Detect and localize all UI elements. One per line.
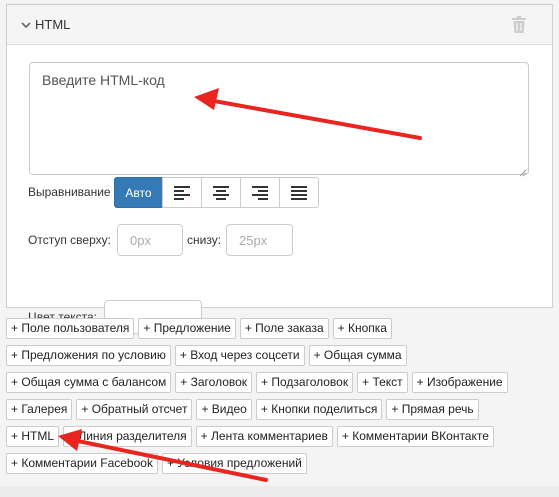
trash-icon[interactable] [512, 16, 526, 33]
align-auto-button[interactable]: Авто [114, 177, 163, 208]
alignment-group: Авто [114, 177, 319, 208]
align-justify-icon [291, 185, 307, 200]
resize-grip-icon[interactable] [519, 165, 527, 177]
add-quote-button[interactable]: + Прямая речь [386, 399, 479, 420]
add-image-button[interactable]: + Изображение [411, 372, 508, 393]
add-button-button[interactable]: + Кнопка [332, 318, 392, 339]
align-center-button[interactable] [201, 177, 241, 208]
elements-row: + HTML + Линия разделителя + Лента комме… [6, 426, 498, 447]
bottom-strip [0, 486, 559, 497]
add-gallery-button[interactable]: + Галерея [6, 399, 73, 420]
add-facebook-comments-button[interactable]: + Комментарии Facebook [6, 453, 158, 474]
elements-row: + Поле пользователя + Предложение + Поле… [6, 318, 396, 339]
add-total-with-balance-button[interactable]: + Общая сумма с балансом [6, 372, 172, 393]
add-social-login-button[interactable]: + Вход через соцсети [174, 345, 305, 366]
add-divider-button[interactable]: + Линия разделителя [63, 426, 192, 447]
add-share-buttons-button[interactable]: + Кнопки поделиться [255, 399, 383, 420]
align-left-icon [174, 185, 190, 200]
align-center-icon [213, 185, 229, 200]
indent-top-label: Отступ сверху: [28, 233, 111, 247]
alignment-label: Выравнивание [28, 185, 111, 199]
add-countdown-button[interactable]: + Обратный отсчет [76, 399, 193, 420]
panel-header[interactable]: HTML [7, 5, 552, 45]
align-left-button[interactable] [162, 177, 202, 208]
add-html-button[interactable]: + HTML [6, 426, 60, 447]
add-offer-button[interactable]: + Предложение [138, 318, 236, 339]
elements-row: + Общая сумма с балансом + Заголовок + П… [6, 372, 512, 393]
add-vk-comments-button[interactable]: + Комментарии ВКонтакте [336, 426, 494, 447]
align-justify-button[interactable] [279, 177, 319, 208]
align-right-icon [252, 185, 268, 200]
add-user-field-button[interactable]: + Поле пользователя [6, 318, 135, 339]
add-text-button[interactable]: + Текст [357, 372, 408, 393]
elements-row: + Комментарии Facebook + Условия предлож… [6, 453, 311, 474]
elements-row: + Предложения по условию + Вход через со… [6, 345, 411, 366]
indent-top-input[interactable] [117, 224, 183, 256]
html-block-panel: HTML Выравнивание Авто [6, 4, 553, 334]
align-right-button[interactable] [240, 177, 280, 208]
html-code-input[interactable] [29, 62, 529, 175]
elements-row: + Галерея + Обратный отсчет + Видео + Кн… [6, 399, 483, 420]
indent-bottom-label: снизу: [187, 233, 222, 247]
add-video-button[interactable]: + Видео [196, 399, 252, 420]
add-offer-conditions-button[interactable]: + Условия предложений [161, 453, 307, 474]
add-total-sum-button[interactable]: + Общая сумма [308, 345, 407, 366]
add-subheading-button[interactable]: + Подзаголовок [256, 372, 354, 393]
add-heading-button[interactable]: + Заголовок [175, 372, 253, 393]
panel-title: HTML [35, 17, 71, 32]
chevron-down-icon[interactable] [20, 19, 32, 31]
add-order-field-button[interactable]: + Поле заказа [239, 318, 329, 339]
indent-bottom-input[interactable] [226, 224, 293, 256]
add-conditional-offers-button[interactable]: + Предложения по условию [6, 345, 171, 366]
add-comments-feed-button[interactable]: + Лента комментариев [195, 426, 333, 447]
